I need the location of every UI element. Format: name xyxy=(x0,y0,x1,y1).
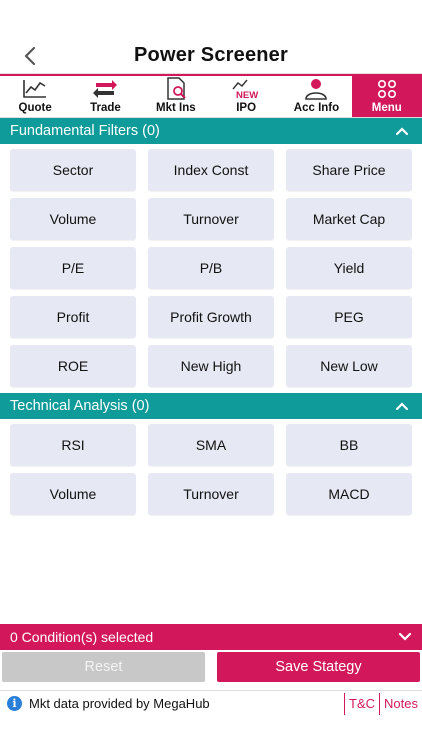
data-provider-text: Mkt data provided by MegaHub xyxy=(29,696,210,711)
filter-volume-button[interactable]: Volume xyxy=(10,198,136,240)
conditions-bar[interactable]: 0 Condition(s) selected xyxy=(0,624,422,650)
chevron-down-icon xyxy=(398,632,412,641)
ta-turnover-button[interactable]: Turnover xyxy=(148,473,274,515)
filter-pb-button[interactable]: P/B xyxy=(148,247,274,289)
nav-menu[interactable]: Menu xyxy=(351,76,422,117)
status-bar-area xyxy=(0,0,422,38)
line-chart-icon xyxy=(23,80,47,98)
nav-mkt-ins-label: Mkt Ins xyxy=(156,102,196,114)
nav-trade[interactable]: Trade xyxy=(70,76,140,117)
save-strategy-button[interactable]: Save Stategy xyxy=(217,652,420,682)
fundamental-filters-title: Fundamental Filters (0) xyxy=(10,123,160,139)
nav-acc-info[interactable]: Acc Info xyxy=(281,76,351,117)
fundamental-filters-grid: Sector Index Const Share Price Volume Tu… xyxy=(0,144,422,393)
filter-yield-button[interactable]: Yield xyxy=(286,247,412,289)
reset-button[interactable]: Reset xyxy=(2,652,205,682)
tc-link[interactable]: T&C xyxy=(344,692,379,715)
nav-quote[interactable]: Quote xyxy=(0,76,70,117)
page-title: Power Screener xyxy=(134,44,288,66)
grid-circles-icon xyxy=(377,79,396,99)
technical-analysis-grid: RSI SMA BB Volume Turnover MACD xyxy=(0,419,422,521)
filter-new-high-button[interactable]: New High xyxy=(148,345,274,387)
filter-roe-button[interactable]: ROE xyxy=(10,345,136,387)
back-button[interactable] xyxy=(16,42,44,70)
ipo-new-badge: NEW xyxy=(236,90,258,101)
filter-index-const-button[interactable]: Index Const xyxy=(148,149,274,191)
filter-new-low-button[interactable]: New Low xyxy=(286,345,412,387)
new-chart-icon: NEW xyxy=(232,79,258,101)
nav-ipo[interactable]: NEW IPO xyxy=(211,76,281,117)
header: Power Screener xyxy=(0,38,422,74)
nav-quote-label: Quote xyxy=(18,102,52,114)
ta-bb-button[interactable]: BB xyxy=(286,424,412,466)
filter-peg-button[interactable]: PEG xyxy=(286,296,412,338)
filter-share-price-button[interactable]: Share Price xyxy=(286,149,412,191)
nav-ipo-label: IPO xyxy=(236,102,257,114)
document-search-icon xyxy=(167,77,186,100)
ta-macd-button[interactable]: MACD xyxy=(286,473,412,515)
notes-link[interactable]: Notes xyxy=(379,692,422,715)
nav-acc-info-label: Acc Info xyxy=(293,102,340,114)
filter-pe-button[interactable]: P/E xyxy=(10,247,136,289)
chevron-up-icon xyxy=(395,402,409,411)
nav-mkt-ins[interactable]: Mkt Ins xyxy=(141,76,211,117)
ta-volume-button[interactable]: Volume xyxy=(10,473,136,515)
action-bar: Reset Save Stategy xyxy=(0,650,422,684)
filter-market-cap-button[interactable]: Market Cap xyxy=(286,198,412,240)
data-provider-info: i Mkt data provided by MegaHub xyxy=(0,696,344,711)
filter-sector-button[interactable]: Sector xyxy=(10,149,136,191)
nav-trade-label: Trade xyxy=(90,102,121,114)
chevron-up-icon xyxy=(395,127,409,136)
swap-arrows-icon xyxy=(93,80,118,98)
ta-sma-button[interactable]: SMA xyxy=(148,424,274,466)
technical-analysis-title: Technical Analysis (0) xyxy=(10,398,150,414)
filter-profit-growth-button[interactable]: Profit Growth xyxy=(148,296,274,338)
conditions-count: 0 Condition(s) selected xyxy=(10,629,154,645)
nav-menu-label: Menu xyxy=(371,102,402,114)
filter-turnover-button[interactable]: Turnover xyxy=(148,198,274,240)
filter-profit-button[interactable]: Profit xyxy=(10,296,136,338)
fundamental-filters-header[interactable]: Fundamental Filters (0) xyxy=(0,118,422,144)
ta-rsi-button[interactable]: RSI xyxy=(10,424,136,466)
chevron-left-icon xyxy=(24,46,36,66)
top-nav: Quote Trade Mkt Ins NEW IPO Acc Info Men… xyxy=(0,74,422,118)
footer: i Mkt data provided by MegaHub T&C Notes xyxy=(0,690,422,716)
user-icon xyxy=(305,79,328,100)
technical-analysis-header[interactable]: Technical Analysis (0) xyxy=(0,393,422,419)
info-icon: i xyxy=(7,696,22,711)
